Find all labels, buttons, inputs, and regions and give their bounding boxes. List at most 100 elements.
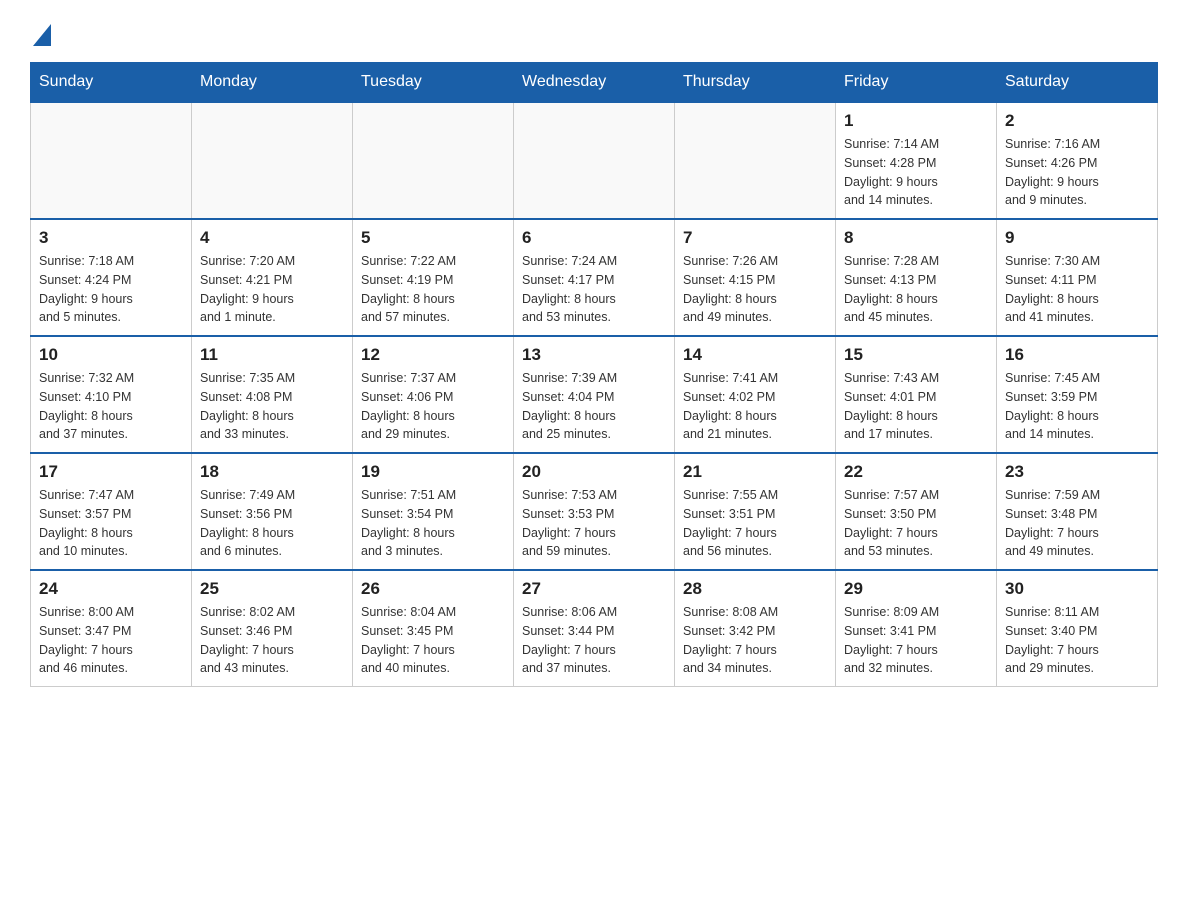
calendar-cell: [31, 102, 192, 219]
calendar-week-1: 1 Sunrise: 7:14 AMSunset: 4:28 PMDaylight…: [31, 102, 1158, 219]
day-number: 16: [1005, 345, 1149, 365]
day-number: 18: [200, 462, 344, 482]
weekday-header-wednesday: Wednesday: [514, 63, 675, 103]
day-number: 14: [683, 345, 827, 365]
day-number: 30: [1005, 579, 1149, 599]
day-info: Sunrise: 8:02 AMSunset: 3:46 PMDaylight:…: [200, 603, 344, 678]
calendar-cell: 17 Sunrise: 7:47 AMSunset: 3:57 PMDayligh…: [31, 453, 192, 570]
day-number: 15: [844, 345, 988, 365]
calendar-cell: 18 Sunrise: 7:49 AMSunset: 3:56 PMDayligh…: [192, 453, 353, 570]
logo-line1: [30, 20, 51, 42]
calendar-cell: 13 Sunrise: 7:39 AMSunset: 4:04 PMDayligh…: [514, 336, 675, 453]
calendar-week-5: 24 Sunrise: 8:00 AMSunset: 3:47 PMDayligh…: [31, 570, 1158, 687]
day-info: Sunrise: 7:49 AMSunset: 3:56 PMDaylight:…: [200, 486, 344, 561]
calendar-cell: 14 Sunrise: 7:41 AMSunset: 4:02 PMDayligh…: [675, 336, 836, 453]
day-info: Sunrise: 7:41 AMSunset: 4:02 PMDaylight:…: [683, 369, 827, 444]
day-info: Sunrise: 7:57 AMSunset: 3:50 PMDaylight:…: [844, 486, 988, 561]
day-number: 24: [39, 579, 183, 599]
day-info: Sunrise: 7:26 AMSunset: 4:15 PMDaylight:…: [683, 252, 827, 327]
day-number: 27: [522, 579, 666, 599]
calendar-cell: 8 Sunrise: 7:28 AMSunset: 4:13 PMDaylight…: [836, 219, 997, 336]
day-number: 8: [844, 228, 988, 248]
day-number: 17: [39, 462, 183, 482]
calendar-cell: 3 Sunrise: 7:18 AMSunset: 4:24 PMDaylight…: [31, 219, 192, 336]
calendar-cell: 22Sunrise: 7:57 AMSunset: 3:50 PMDayligh…: [836, 453, 997, 570]
day-number: 12: [361, 345, 505, 365]
day-number: 2: [1005, 111, 1149, 131]
day-number: 1: [844, 111, 988, 131]
day-number: 11: [200, 345, 344, 365]
calendar-cell: 19 Sunrise: 7:51 AMSunset: 3:54 PMDayligh…: [353, 453, 514, 570]
day-info: Sunrise: 7:43 AMSunset: 4:01 PMDaylight:…: [844, 369, 988, 444]
calendar-cell: [353, 102, 514, 219]
weekday-header-thursday: Thursday: [675, 63, 836, 103]
day-info: Sunrise: 7:28 AMSunset: 4:13 PMDaylight:…: [844, 252, 988, 327]
calendar-cell: 16Sunrise: 7:45 AMSunset: 3:59 PMDayligh…: [997, 336, 1158, 453]
calendar-week-3: 10 Sunrise: 7:32 AMSunset: 4:10 PMDayligh…: [31, 336, 1158, 453]
logo: [30, 20, 51, 42]
day-info: Sunrise: 8:11 AMSunset: 3:40 PMDaylight:…: [1005, 603, 1149, 678]
day-info: Sunrise: 7:20 AMSunset: 4:21 PMDaylight:…: [200, 252, 344, 327]
calendar-cell: 11 Sunrise: 7:35 AMSunset: 4:08 PMDayligh…: [192, 336, 353, 453]
calendar-cell: 10 Sunrise: 7:32 AMSunset: 4:10 PMDayligh…: [31, 336, 192, 453]
calendar-cell: 28 Sunrise: 8:08 AMSunset: 3:42 PMDayligh…: [675, 570, 836, 687]
weekday-header-monday: Monday: [192, 63, 353, 103]
day-info: Sunrise: 8:04 AMSunset: 3:45 PMDaylight:…: [361, 603, 505, 678]
day-info: Sunrise: 7:18 AMSunset: 4:24 PMDaylight:…: [39, 252, 183, 327]
day-number: 29: [844, 579, 988, 599]
calendar-week-2: 3 Sunrise: 7:18 AMSunset: 4:24 PMDaylight…: [31, 219, 1158, 336]
day-number: 5: [361, 228, 505, 248]
day-number: 4: [200, 228, 344, 248]
calendar-cell: 29 Sunrise: 8:09 AMSunset: 3:41 PMDayligh…: [836, 570, 997, 687]
day-info: Sunrise: 7:47 AMSunset: 3:57 PMDaylight:…: [39, 486, 183, 561]
day-info: Sunrise: 7:16 AMSunset: 4:26 PMDaylight:…: [1005, 135, 1149, 210]
calendar-cell: 4 Sunrise: 7:20 AMSunset: 4:21 PMDaylight…: [192, 219, 353, 336]
calendar-table: SundayMondayTuesdayWednesdayThursdayFrid…: [30, 62, 1158, 687]
calendar-cell: 26 Sunrise: 8:04 AMSunset: 3:45 PMDayligh…: [353, 570, 514, 687]
day-info: Sunrise: 7:30 AMSunset: 4:11 PMDaylight:…: [1005, 252, 1149, 327]
page-header: [30, 20, 1158, 42]
calendar-week-4: 17 Sunrise: 7:47 AMSunset: 3:57 PMDayligh…: [31, 453, 1158, 570]
calendar-cell: 2 Sunrise: 7:16 AMSunset: 4:26 PMDaylight…: [997, 102, 1158, 219]
day-info: Sunrise: 7:32 AMSunset: 4:10 PMDaylight:…: [39, 369, 183, 444]
day-info: Sunrise: 8:08 AMSunset: 3:42 PMDaylight:…: [683, 603, 827, 678]
calendar-cell: [192, 102, 353, 219]
calendar-cell: [514, 102, 675, 219]
calendar-cell: 21 Sunrise: 7:55 AMSunset: 3:51 PMDayligh…: [675, 453, 836, 570]
day-number: 26: [361, 579, 505, 599]
day-info: Sunrise: 7:14 AMSunset: 4:28 PMDaylight:…: [844, 135, 988, 210]
day-number: 13: [522, 345, 666, 365]
day-info: Sunrise: 7:39 AMSunset: 4:04 PMDaylight:…: [522, 369, 666, 444]
day-info: Sunrise: 8:09 AMSunset: 3:41 PMDaylight:…: [844, 603, 988, 678]
calendar-cell: 12 Sunrise: 7:37 AMSunset: 4:06 PMDayligh…: [353, 336, 514, 453]
calendar-body: 1 Sunrise: 7:14 AMSunset: 4:28 PMDaylight…: [31, 102, 1158, 687]
calendar-cell: 30 Sunrise: 8:11 AMSunset: 3:40 PMDayligh…: [997, 570, 1158, 687]
day-info: Sunrise: 8:00 AMSunset: 3:47 PMDaylight:…: [39, 603, 183, 678]
day-info: Sunrise: 7:55 AMSunset: 3:51 PMDaylight:…: [683, 486, 827, 561]
weekday-header-sunday: Sunday: [31, 63, 192, 103]
day-number: 19: [361, 462, 505, 482]
day-number: 28: [683, 579, 827, 599]
logo-triangle-icon: [33, 24, 51, 46]
calendar-cell: 25Sunrise: 8:02 AMSunset: 3:46 PMDayligh…: [192, 570, 353, 687]
day-number: 21: [683, 462, 827, 482]
weekday-header-friday: Friday: [836, 63, 997, 103]
weekday-header-row: SundayMondayTuesdayWednesdayThursdayFrid…: [31, 63, 1158, 103]
day-info: Sunrise: 7:37 AMSunset: 4:06 PMDaylight:…: [361, 369, 505, 444]
day-info: Sunrise: 7:22 AMSunset: 4:19 PMDaylight:…: [361, 252, 505, 327]
calendar-cell: 15 Sunrise: 7:43 AMSunset: 4:01 PMDayligh…: [836, 336, 997, 453]
day-number: 7: [683, 228, 827, 248]
day-number: 20: [522, 462, 666, 482]
calendar-cell: 6Sunrise: 7:24 AMSunset: 4:17 PMDaylight…: [514, 219, 675, 336]
calendar-cell: 24 Sunrise: 8:00 AMSunset: 3:47 PMDayligh…: [31, 570, 192, 687]
day-info: Sunrise: 7:35 AMSunset: 4:08 PMDaylight:…: [200, 369, 344, 444]
weekday-header-saturday: Saturday: [997, 63, 1158, 103]
day-number: 10: [39, 345, 183, 365]
day-number: 6: [522, 228, 666, 248]
calendar-header: SundayMondayTuesdayWednesdayThursdayFrid…: [31, 63, 1158, 103]
day-info: Sunrise: 7:51 AMSunset: 3:54 PMDaylight:…: [361, 486, 505, 561]
calendar-cell: [675, 102, 836, 219]
calendar-cell: 27Sunrise: 8:06 AMSunset: 3:44 PMDayligh…: [514, 570, 675, 687]
day-info: Sunrise: 7:59 AMSunset: 3:48 PMDaylight:…: [1005, 486, 1149, 561]
day-number: 3: [39, 228, 183, 248]
